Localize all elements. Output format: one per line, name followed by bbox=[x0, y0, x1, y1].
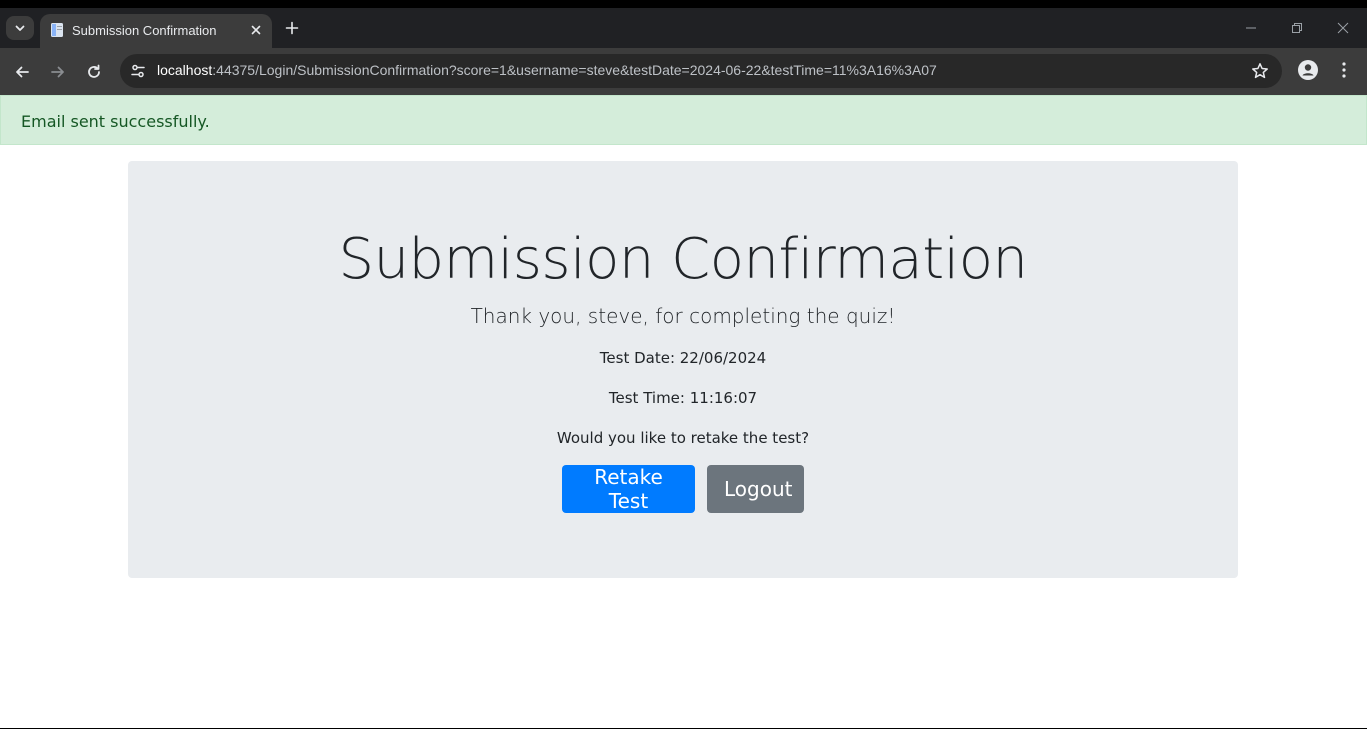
confirmation-panel: Submission Confirmation Thank you, steve… bbox=[128, 161, 1238, 578]
tab-close-button[interactable] bbox=[248, 22, 264, 38]
url-path: :44375/Login/SubmissionConfirmation?scor… bbox=[212, 62, 937, 78]
back-button[interactable] bbox=[9, 59, 35, 85]
site-info-button[interactable] bbox=[126, 59, 150, 83]
retake-test-button[interactable]: Retake Test bbox=[562, 465, 695, 513]
page-viewport: Email sent successfully. Submission Conf… bbox=[0, 95, 1367, 728]
page-title: Submission Confirmation bbox=[338, 227, 1028, 292]
more-vert-icon bbox=[1342, 62, 1346, 78]
arrow-left-icon bbox=[16, 66, 29, 78]
close-icon bbox=[251, 25, 261, 35]
thank-you-message: Thank you, steve, for completing the qui… bbox=[470, 304, 896, 328]
minimize-button[interactable] bbox=[1236, 18, 1266, 38]
reload-icon bbox=[88, 64, 100, 78]
logout-button[interactable]: Logout bbox=[707, 465, 804, 513]
arrow-right-icon bbox=[51, 66, 64, 78]
forward-button[interactable] bbox=[45, 59, 71, 85]
success-alert: Email sent successfully. bbox=[0, 95, 1367, 145]
tab-strip: Submission Confirmation bbox=[0, 8, 1367, 48]
profile-button[interactable] bbox=[1297, 59, 1319, 81]
new-tab-button[interactable] bbox=[280, 18, 304, 38]
browser-toolbar: localhost:44375/Login/SubmissionConfirma… bbox=[0, 48, 1367, 95]
minimize-icon bbox=[1246, 27, 1256, 29]
browser-window: Submission Confirmation localhost:44375/… bbox=[0, 0, 1367, 729]
tab-search-button[interactable] bbox=[6, 16, 34, 40]
test-date: Test Date: 22/06/2024 bbox=[599, 349, 767, 367]
chevron-down-icon bbox=[15, 25, 25, 31]
close-icon bbox=[1337, 22, 1349, 34]
account-icon bbox=[1298, 60, 1318, 80]
tab-title: Submission Confirmation bbox=[72, 23, 217, 38]
test-time: Test Time: 11:16:07 bbox=[608, 389, 758, 407]
reload-button[interactable] bbox=[81, 59, 107, 85]
close-window-button[interactable] bbox=[1328, 18, 1358, 38]
browser-menu-button[interactable] bbox=[1334, 59, 1354, 81]
url-host: localhost bbox=[157, 62, 213, 78]
page-icon bbox=[51, 23, 63, 37]
star-icon bbox=[1252, 63, 1268, 79]
tab-submission-confirmation[interactable]: Submission Confirmation bbox=[40, 14, 272, 48]
tune-icon bbox=[131, 64, 145, 78]
address-bar[interactable]: localhost:44375/Login/SubmissionConfirma… bbox=[120, 54, 1282, 88]
retake-prompt: Would you like to retake the test? bbox=[556, 429, 810, 447]
restore-button[interactable] bbox=[1282, 18, 1312, 38]
bookmark-button[interactable] bbox=[1250, 61, 1270, 81]
url-text[interactable]: localhost:44375/Login/SubmissionConfirma… bbox=[157, 62, 937, 78]
restore-icon bbox=[1292, 23, 1302, 33]
plus-icon bbox=[285, 21, 299, 35]
